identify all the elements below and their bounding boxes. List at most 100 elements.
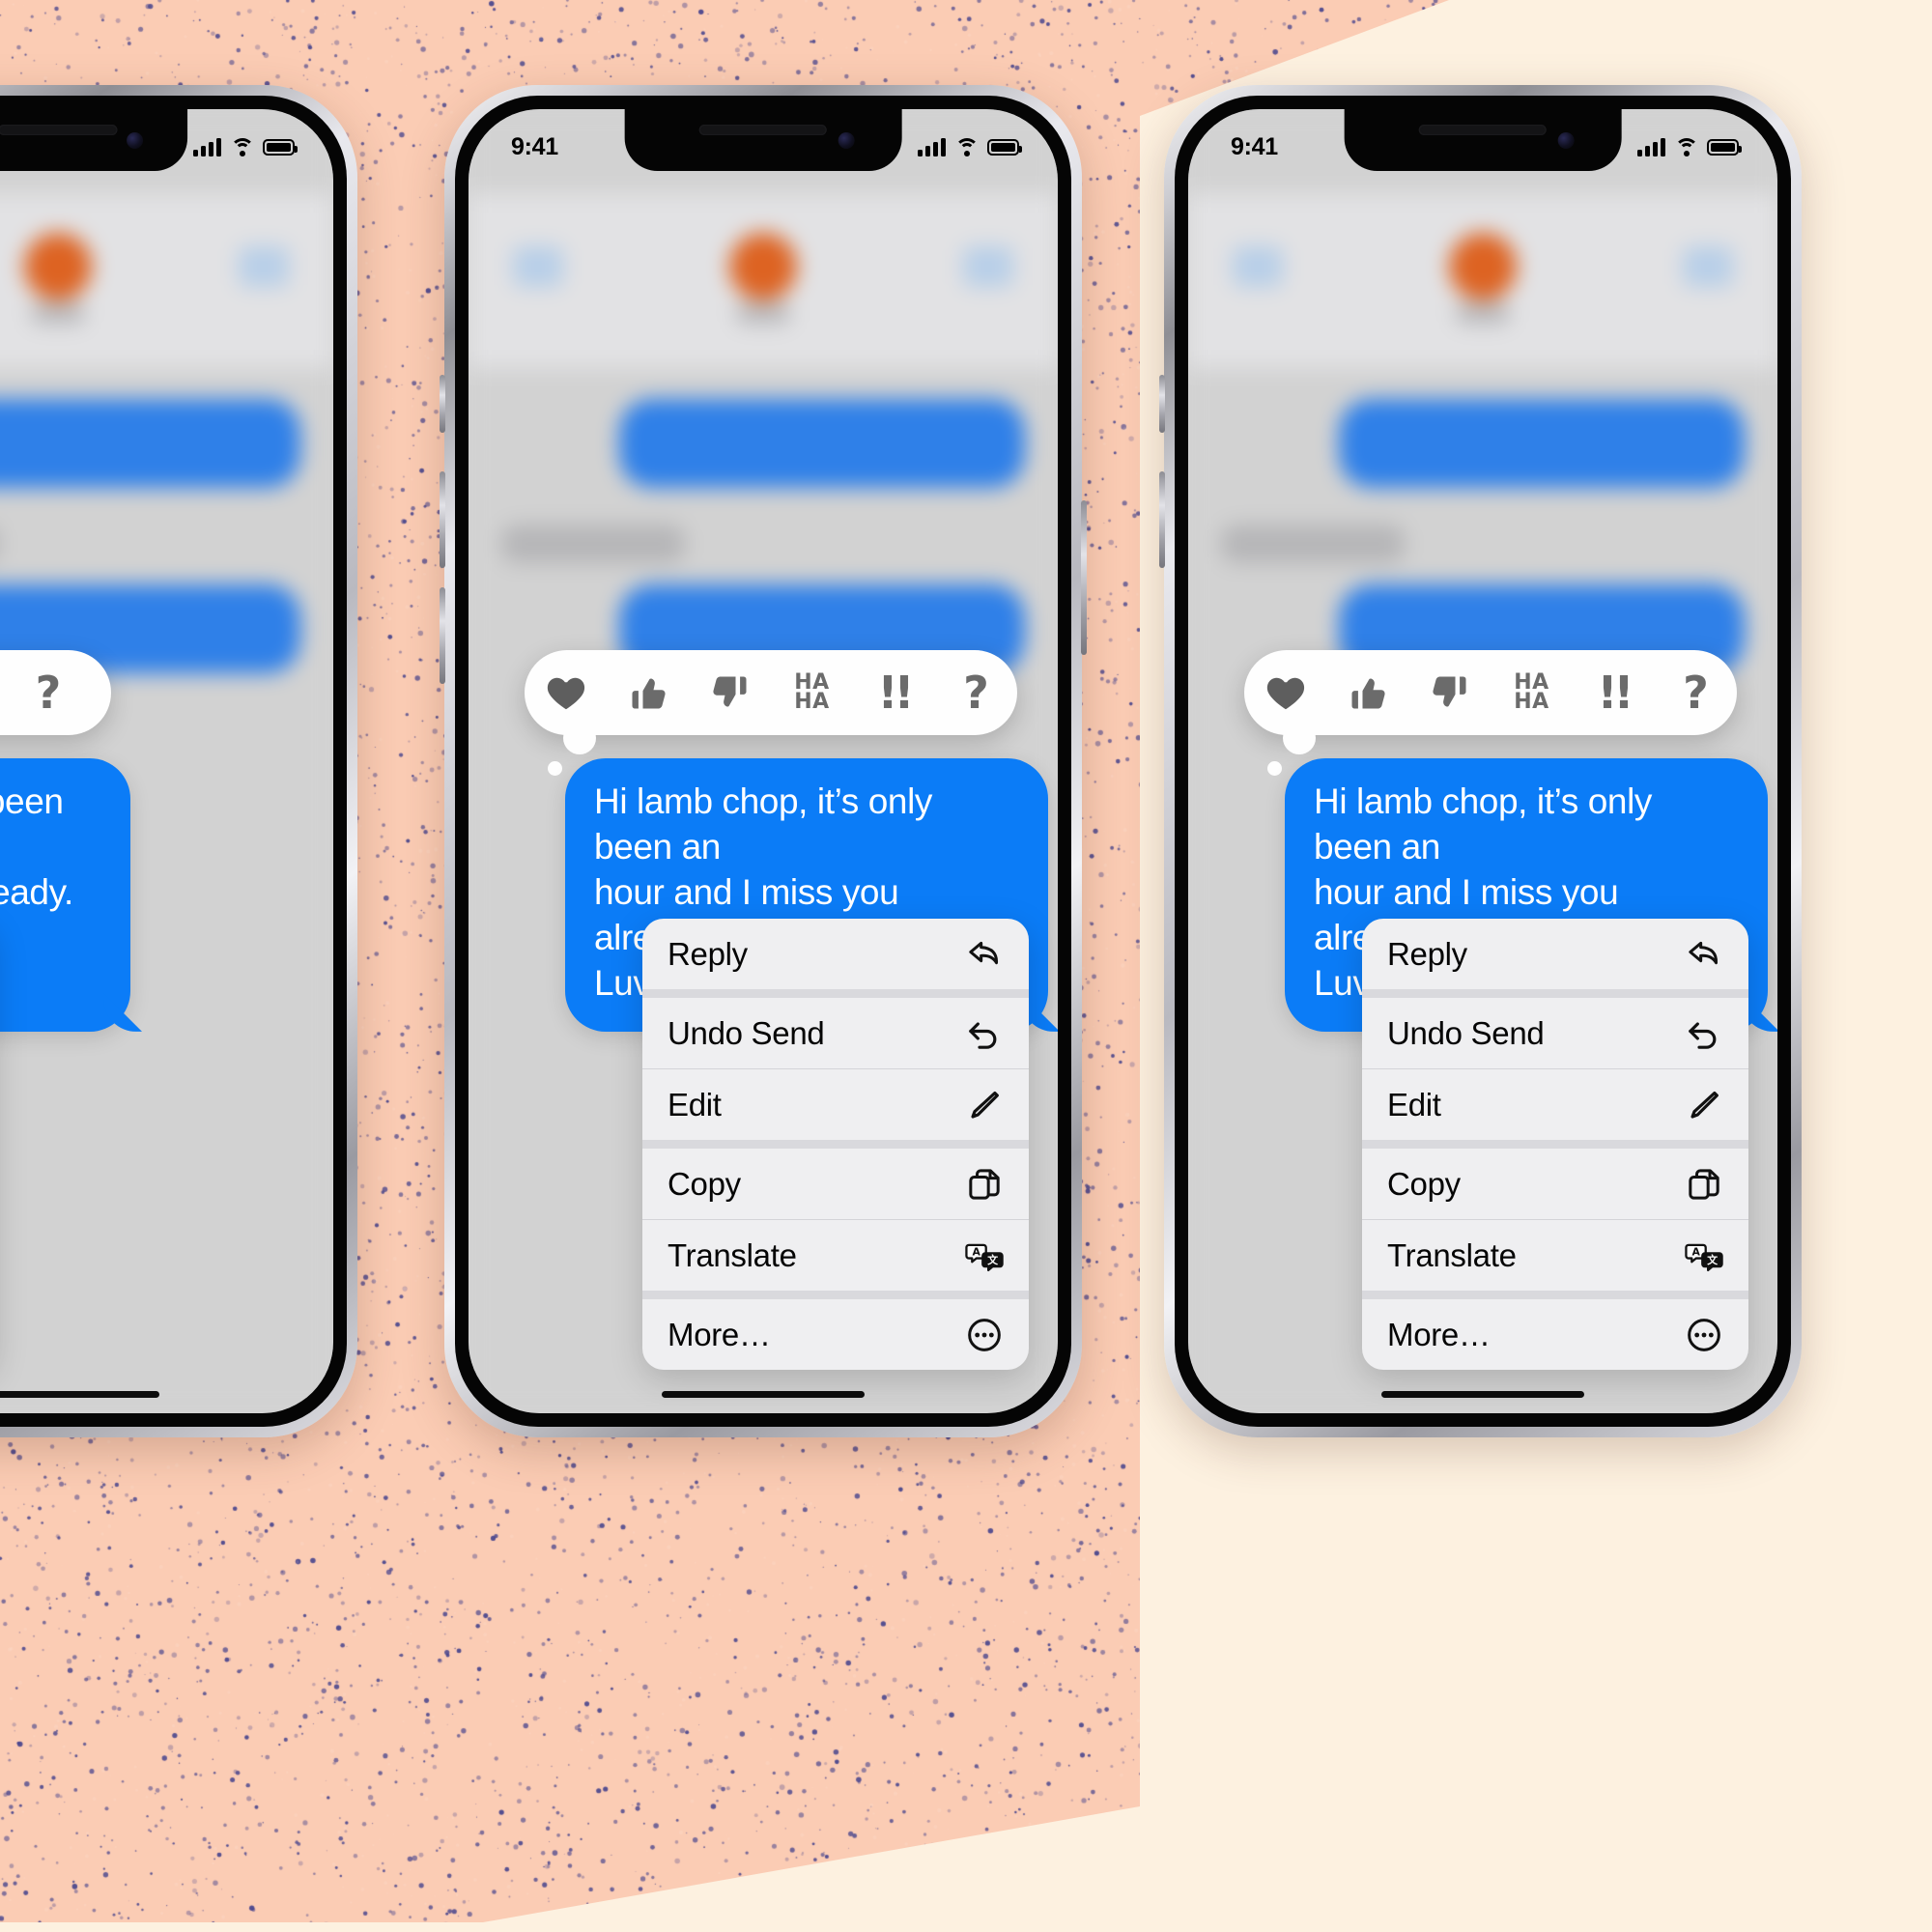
menu-separator <box>642 1140 1029 1149</box>
message-line-1: Hi lamb chop, it’s only been an <box>0 781 64 821</box>
message-line-3: Luv you. 😘😘 <box>0 961 101 1007</box>
svg-text:A: A <box>972 1245 980 1258</box>
copy-icon <box>965 1165 1004 1204</box>
menu-item-translate[interactable]: Translate A 文 <box>642 1220 1029 1291</box>
undo-arrow-icon <box>965 1014 1004 1053</box>
haha-line-2: HA <box>794 690 830 714</box>
menu-item-label: Reply <box>1387 935 1467 972</box>
reply-arrow-icon <box>1685 935 1723 974</box>
menu-separator <box>1362 989 1748 998</box>
menu-item-reply[interactable]: Reply <box>642 919 1029 989</box>
svg-text:文: 文 <box>1707 1253 1718 1266</box>
phone-bezel: 9:41 <box>455 96 1071 1427</box>
focused-layer: HAHA !! ? Hi lamb chop, it’s only been a… <box>469 109 1058 1413</box>
exclamation-icon[interactable]: !! <box>853 650 935 735</box>
menu-item-more[interactable]: More… <box>1362 1299 1748 1370</box>
thumbs-down-icon[interactable] <box>689 650 771 735</box>
thumbs-up-icon[interactable] <box>607 650 689 735</box>
phone-screen: 9:41 <box>0 109 333 1413</box>
menu-item-reply[interactable]: Reply <box>1362 919 1748 989</box>
phone-screen: 9:41 <box>1188 109 1777 1413</box>
context-menu[interactable]: Reply Undo Send Edit Copy Translate A 文 More… <box>642 919 1029 1370</box>
menu-item-label: Copy <box>668 1165 741 1202</box>
undo-arrow-icon <box>1685 1014 1723 1053</box>
tapback-tail-dot <box>1267 761 1282 776</box>
volume-down-button[interactable] <box>440 587 445 684</box>
exclamation-icon[interactable]: !! <box>1573 650 1655 735</box>
menu-item-label: More… <box>668 1316 771 1352</box>
battery-icon <box>263 138 298 156</box>
thumbs-up-icon[interactable] <box>1326 650 1408 735</box>
menu-item-undo-send[interactable]: Undo Send <box>1362 998 1748 1068</box>
wifi-icon <box>954 137 979 156</box>
pencil-icon <box>965 1086 1004 1124</box>
question-icon[interactable]: ? <box>1655 650 1737 735</box>
volume-up-button[interactable] <box>1159 471 1165 568</box>
svg-text:文: 文 <box>987 1253 998 1266</box>
thumbs-down-icon[interactable] <box>1408 650 1491 735</box>
mute-switch[interactable] <box>440 375 445 433</box>
question-icon[interactable]: ? <box>935 650 1017 735</box>
menu-item-edit[interactable]: Edit <box>642 1069 1029 1140</box>
haha-icon[interactable]: HA HA <box>771 650 853 735</box>
signal-bars-icon <box>193 137 221 156</box>
menu-item-label: Translate <box>1387 1236 1517 1273</box>
status-bar: 9:41 <box>1188 109 1777 171</box>
menu-item-copy[interactable]: Copy <box>642 1149 1029 1219</box>
menu-item-label: Edit <box>668 1086 722 1122</box>
phone-bezel: 9:41 <box>1175 96 1791 1427</box>
tapback-reaction-bar[interactable]: HAHA !! ? <box>1244 650 1737 776</box>
menu-item-label: Undo Send <box>668 1014 825 1051</box>
iphone-center: 9:41 HA HA !! ? Hi lamb chop, it’s only … <box>440 85 1087 1437</box>
message-line-1: Hi lamb chop, it’s only been an <box>1314 781 1652 867</box>
haha-icon[interactable]: HA HA <box>1491 650 1573 735</box>
tapback-reaction-bar[interactable]: HAHA !! ? <box>525 650 1017 776</box>
message-line-2: hour and I miss you already. 😕 <box>0 871 73 912</box>
menu-item-label: Edit <box>1387 1086 1441 1122</box>
context-menu[interactable]: Reply Undo Send Edit Copy Translate A 文 More… <box>1362 919 1748 1370</box>
message-line-1: Hi lamb chop, it’s only been an <box>594 781 932 867</box>
menu-item-label: Copy <box>1387 1165 1461 1202</box>
menu-separator <box>1362 1291 1748 1299</box>
status-time: 9:41 <box>1231 132 1278 160</box>
menu-item-label: Translate <box>668 1236 797 1273</box>
mute-switch[interactable] <box>1159 375 1165 433</box>
volume-up-button[interactable] <box>440 471 445 568</box>
iphone-right: 9:41 HA HA !! ? Hi lamb chop, it’s only … <box>1159 85 1802 1437</box>
signal-bars-icon <box>1637 137 1665 156</box>
translate-icon: A文 <box>965 1236 1004 1275</box>
menu-item-undo-send[interactable]: Undo Send <box>642 998 1029 1068</box>
haha-line-2: HA <box>1514 690 1549 714</box>
menu-item-label: Undo Send <box>1387 1014 1545 1051</box>
pencil-icon <box>1685 1086 1723 1124</box>
focused-message-bubble[interactable]: Hi lamb chop, it’s only been an hour and… <box>0 758 130 1032</box>
menu-item-edit[interactable]: Edit <box>1362 1069 1748 1140</box>
menu-separator <box>642 1291 1029 1299</box>
tapback-reaction-bar[interactable]: HAHA !! ? <box>0 650 111 735</box>
tapback-tail-dot <box>548 761 562 776</box>
ellipsis-circle-icon <box>1685 1316 1723 1354</box>
status-bar: 9:41 <box>0 109 333 171</box>
question-icon[interactable]: ? <box>0 650 111 735</box>
menu-separator <box>1362 1140 1748 1149</box>
svg-text:A: A <box>1691 1245 1700 1258</box>
menu-item-label: More… <box>1387 1316 1491 1352</box>
menu-item-label: Reply <box>668 935 748 972</box>
menu-separator <box>642 989 1029 998</box>
home-indicator[interactable] <box>662 1391 865 1398</box>
menu-item-copy[interactable]: Copy <box>1362 1149 1748 1219</box>
focused-layer: HAHA !! ? Hi lamb chop, it’s only been a… <box>0 109 333 1413</box>
power-button[interactable] <box>1081 500 1087 655</box>
home-indicator[interactable] <box>0 1391 159 1398</box>
battery-icon <box>1707 138 1742 156</box>
home-indicator[interactable] <box>1381 1391 1584 1398</box>
status-bar: 9:41 <box>469 109 1058 171</box>
phone-bezel: 9:41 <box>0 96 347 1427</box>
menu-item-translate[interactable]: Translate A 文 <box>1362 1220 1748 1291</box>
heart-icon[interactable] <box>525 650 607 735</box>
wifi-icon <box>1674 137 1698 156</box>
menu-item-more[interactable]: More… <box>642 1299 1029 1370</box>
signal-bars-icon <box>918 137 946 156</box>
heart-icon[interactable] <box>1244 650 1326 735</box>
reply-arrow-icon <box>965 935 1004 974</box>
